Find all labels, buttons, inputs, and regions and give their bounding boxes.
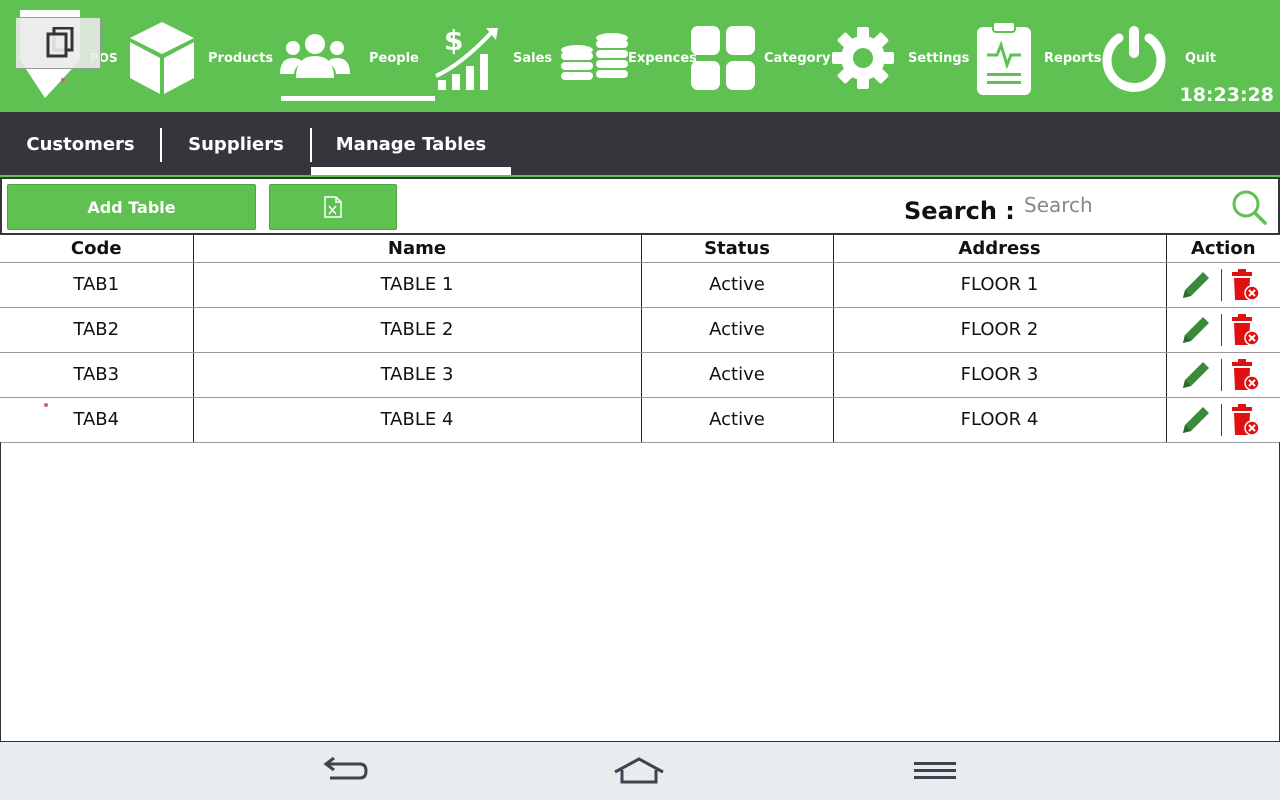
nav-item-category[interactable]: Category bbox=[690, 0, 830, 112]
tab-suppliers[interactable]: Suppliers bbox=[162, 112, 310, 177]
column-header-address: Address bbox=[833, 235, 1167, 263]
cell-address: FLOOR 1 bbox=[833, 262, 1167, 308]
cell-status: Active bbox=[641, 397, 834, 443]
cell-address: FLOOR 2 bbox=[833, 307, 1167, 353]
nav-label-category: Category bbox=[764, 51, 831, 66]
column-header-status: Status bbox=[641, 235, 834, 263]
nav-label-settings: Settings bbox=[908, 51, 970, 66]
nav-item-sales[interactable]: $ Sales bbox=[432, 0, 557, 112]
cell-address: FLOOR 3 bbox=[833, 352, 1167, 398]
nav-label-quit: Quit bbox=[1185, 51, 1216, 66]
cell-status: Active bbox=[641, 262, 834, 308]
nav-label-products: Products bbox=[208, 51, 274, 66]
cell-code: TAB4 bbox=[0, 397, 194, 443]
search-input[interactable] bbox=[1024, 187, 1224, 223]
table-row[interactable]: TAB2 TABLE 2 Active FLOOR 2 bbox=[0, 307, 1280, 353]
back-icon[interactable] bbox=[320, 756, 370, 786]
nav-label-reports: Reports bbox=[1044, 51, 1102, 66]
nav-item-reports[interactable]: Reports bbox=[972, 0, 1101, 112]
touch-indicator-dot bbox=[44, 403, 48, 407]
menu-icon[interactable] bbox=[913, 756, 957, 786]
grid-icon bbox=[691, 26, 755, 90]
table-empty-area bbox=[0, 442, 1280, 742]
table-row[interactable]: TAB3 TABLE 3 Active FLOOR 3 bbox=[0, 352, 1280, 398]
action-divider bbox=[1220, 268, 1222, 301]
box-icon bbox=[130, 22, 194, 94]
delete-icon[interactable] bbox=[1230, 358, 1260, 392]
search-icon[interactable] bbox=[1230, 188, 1268, 226]
people-icon bbox=[280, 34, 350, 78]
report-icon bbox=[977, 21, 1031, 95]
svg-text:$: $ bbox=[444, 24, 463, 57]
power-icon bbox=[1102, 26, 1166, 92]
clock: 18:23:28 bbox=[1179, 84, 1274, 106]
recent-apps-icon bbox=[46, 27, 74, 58]
delete-icon[interactable] bbox=[1230, 313, 1260, 347]
action-divider bbox=[1220, 403, 1222, 436]
cell-action bbox=[1166, 352, 1280, 398]
tab-customers[interactable]: Customers bbox=[0, 112, 161, 177]
nav-item-settings[interactable]: Settings bbox=[830, 0, 969, 112]
column-header-action: Action bbox=[1166, 235, 1280, 263]
cell-code: TAB2 bbox=[0, 307, 194, 353]
cell-action bbox=[1166, 262, 1280, 308]
edit-icon[interactable] bbox=[1179, 358, 1213, 392]
action-divider bbox=[1220, 358, 1222, 391]
add-table-button[interactable]: Add Table bbox=[7, 184, 256, 230]
cell-code: TAB3 bbox=[0, 352, 194, 398]
cell-code: TAB1 bbox=[0, 262, 194, 308]
nav-label-sales: Sales bbox=[513, 51, 553, 66]
cell-name: TABLE 3 bbox=[193, 352, 642, 398]
cell-action bbox=[1166, 397, 1280, 443]
nav-label-people: People bbox=[369, 51, 419, 66]
edit-icon[interactable] bbox=[1179, 313, 1213, 347]
excel-icon bbox=[324, 196, 342, 218]
sales-chart-icon: $ bbox=[435, 24, 498, 90]
action-divider bbox=[1220, 313, 1222, 346]
cell-name: TABLE 2 bbox=[193, 307, 642, 353]
active-nav-indicator bbox=[281, 96, 435, 101]
cell-status: Active bbox=[641, 352, 834, 398]
people-tab-bar: Customers Suppliers Manage Tables bbox=[0, 112, 1280, 177]
edit-icon[interactable] bbox=[1179, 403, 1213, 437]
home-icon[interactable] bbox=[612, 756, 666, 786]
recent-apps-overlay-button[interactable] bbox=[15, 17, 101, 69]
export-excel-button[interactable] bbox=[269, 184, 397, 230]
column-header-name: Name bbox=[193, 235, 642, 263]
table-row[interactable]: TAB4 TABLE 4 Active FLOOR 4 bbox=[0, 397, 1280, 443]
gear-icon bbox=[832, 27, 894, 89]
nav-item-expences[interactable]: Expences bbox=[560, 0, 697, 112]
delete-icon[interactable] bbox=[1230, 268, 1260, 302]
nav-label-expences: Expences bbox=[628, 51, 697, 66]
column-header-code: Code bbox=[0, 235, 194, 263]
system-navigation-bar bbox=[0, 742, 1280, 800]
coins-icon bbox=[561, 33, 628, 80]
search-label: Search : bbox=[904, 197, 1015, 225]
top-navigation-bar: POS Products People $ Sales Expences Cat… bbox=[0, 0, 1280, 112]
tables-grid: Code Name Status Address Action TAB1 TAB… bbox=[0, 235, 1280, 443]
cell-action bbox=[1166, 307, 1280, 353]
cell-name: TABLE 4 bbox=[193, 397, 642, 443]
edit-icon[interactable] bbox=[1179, 268, 1213, 302]
table-header-row: Code Name Status Address Action bbox=[0, 235, 1280, 263]
cell-name: TABLE 1 bbox=[193, 262, 642, 308]
table-toolbar: Add Table Search : bbox=[0, 177, 1280, 235]
delete-icon[interactable] bbox=[1230, 403, 1260, 437]
active-tab-indicator bbox=[311, 167, 511, 175]
cell-address: FLOOR 4 bbox=[833, 397, 1167, 443]
table-row[interactable]: TAB1 TABLE 1 Active FLOOR 1 bbox=[0, 262, 1280, 308]
cell-status: Active bbox=[641, 307, 834, 353]
nav-item-products[interactable]: Products bbox=[125, 0, 275, 112]
